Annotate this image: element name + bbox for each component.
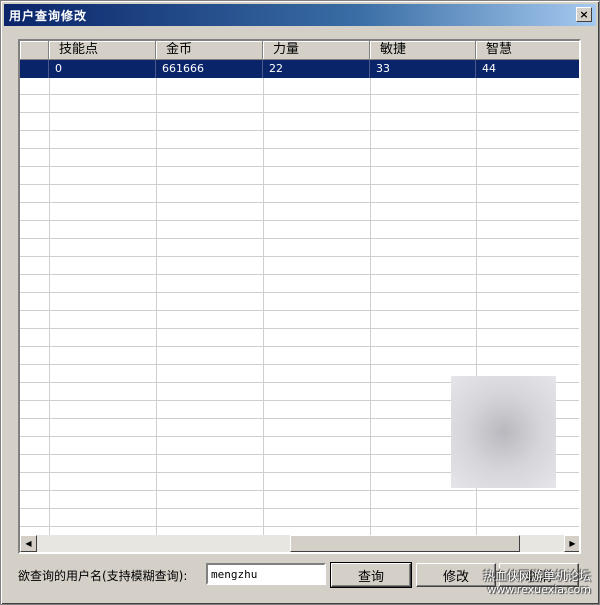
gold-cell[interactable]: 661666 <box>156 60 263 78</box>
column-header-skill-points[interactable]: 技能点 <box>49 41 156 60</box>
grid-col-divider <box>49 41 50 535</box>
close-button[interactable]: × <box>576 7 592 22</box>
table-row[interactable]: 0 661666 22 33 44 <box>20 60 579 78</box>
scroll-right-button[interactable]: ▶ <box>564 535 579 552</box>
query-modify-dialog: 用户查询修改 × 技能点 金币 力量 敏捷 智慧 0 661666 22 33 … <box>0 0 600 605</box>
skill-points-cell[interactable]: 0 <box>49 60 156 78</box>
arrow-right-icon: ▶ <box>569 539 576 548</box>
column-header-wisdom[interactable]: 智慧 <box>476 41 579 60</box>
wisdom-cell[interactable]: 44 <box>476 60 579 78</box>
grid-col-divider <box>263 41 264 535</box>
query-username-label: 欲查询的用户名(支持模糊查询): <box>18 569 188 583</box>
window-title: 用户查询修改 <box>9 9 88 23</box>
site-watermark: 热血侠网游单机论坛 www.rexuexia.com <box>483 569 591 597</box>
query-button[interactable]: 查询 <box>330 562 412 588</box>
column-header-agility[interactable]: 敏捷 <box>370 41 476 60</box>
grid-col-divider <box>370 41 371 535</box>
row-indicator-cell[interactable] <box>20 60 49 78</box>
column-header-indicator[interactable] <box>20 41 49 60</box>
blurred-image-overlay <box>451 376 556 488</box>
close-icon: × <box>579 8 589 21</box>
watermark-url: www.rexuexia.com <box>487 583 591 596</box>
horizontal-scrollbar[interactable]: ◀ ▶ <box>20 535 579 552</box>
scrollbar-thumb[interactable] <box>290 535 520 552</box>
column-header-gold[interactable]: 金币 <box>156 41 263 60</box>
arrow-left-icon: ◀ <box>25 539 32 548</box>
username-input[interactable] <box>206 563 326 585</box>
scroll-left-button[interactable]: ◀ <box>20 535 37 552</box>
agility-cell[interactable]: 33 <box>370 60 476 78</box>
column-header-strength[interactable]: 力量 <box>263 41 370 60</box>
strength-cell[interactable]: 22 <box>263 60 370 78</box>
watermark-site-name: 热血侠网游单机论坛 <box>482 569 591 583</box>
title-bar[interactable]: 用户查询修改 × <box>4 4 596 26</box>
grid-header: 技能点 金币 力量 敏捷 智慧 <box>20 41 579 60</box>
grid-col-divider <box>156 41 157 535</box>
